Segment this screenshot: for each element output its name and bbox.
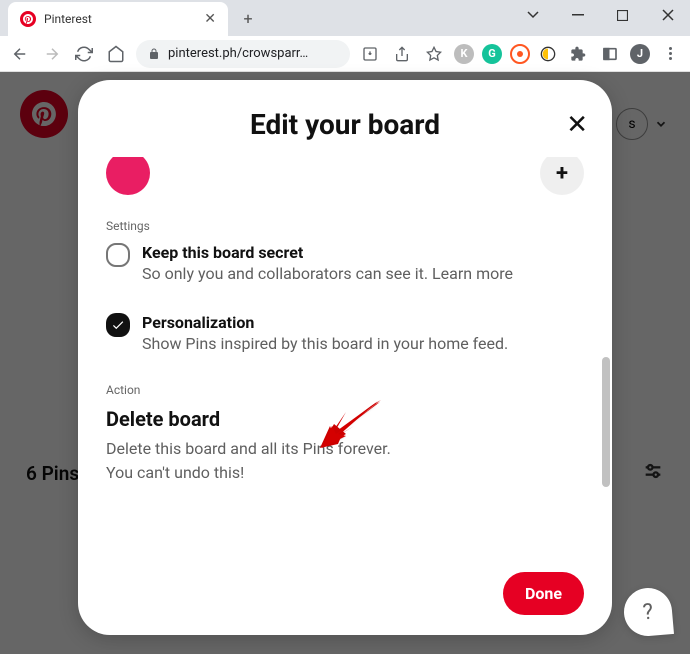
modal-header: Edit your board ✕ [78,80,612,157]
secret-board-toggle-row[interactable]: Keep this board secret So only you and c… [106,243,584,285]
collaborators-row: + [106,157,584,195]
window-maximize[interactable] [600,0,645,30]
delete-board-button[interactable]: Delete board [106,407,584,431]
reload-button[interactable] [72,42,96,66]
delete-description-line2: You can't undo this! [106,461,584,485]
extension-grammarly-icon[interactable]: G [482,44,502,64]
window-close[interactable] [645,0,690,30]
url-text: pinterest.ph/crowsparr… [168,46,308,61]
tab-title: Pinterest [44,12,196,26]
window-minimize[interactable] [555,0,600,30]
settings-section-label: Settings [106,219,584,233]
personalization-toggle-row[interactable]: Personalization Show Pins inspired by th… [106,313,584,355]
extension-s-icon[interactable] [538,44,558,64]
user-avatar[interactable] [106,157,150,195]
scrollbar-thumb[interactable] [602,357,610,487]
action-section-label: Action [106,383,584,397]
extension-k-icon[interactable]: K [454,44,474,64]
action-section: Action Delete board Delete this board an… [106,383,584,485]
secret-checkbox[interactable] [106,243,130,267]
star-icon[interactable] [422,42,446,66]
extension-o-icon[interactable] [510,44,530,64]
install-icon[interactable] [358,42,382,66]
menu-button[interactable] [658,42,682,66]
edit-board-modal: Edit your board ✕ + Settings Keep this b… [78,80,612,635]
personalization-description: Show Pins inspired by this board in your… [142,334,584,355]
window-dropdown[interactable] [510,0,555,30]
add-collaborator-button[interactable]: + [540,157,584,195]
done-button[interactable]: Done [503,572,584,615]
back-button[interactable] [8,42,32,66]
sidepanel-icon[interactable] [598,42,622,66]
personalization-title: Personalization [142,313,584,332]
profile-avatar[interactable]: J [630,44,650,64]
forward-button[interactable] [40,42,64,66]
new-tab-button[interactable]: + [234,4,262,32]
nav-bar: pinterest.ph/crowsparr… K G J [0,36,690,72]
tab-close-icon[interactable]: ✕ [204,11,216,27]
browser-tab[interactable]: Pinterest ✕ [8,2,228,36]
share-icon[interactable] [390,42,414,66]
lock-icon [148,47,160,61]
modal-title: Edit your board [250,108,440,141]
extension-icons: K G J [454,42,682,66]
modal-footer: Done [78,552,612,635]
modal-body: + Settings Keep this board secret So onl… [78,157,612,552]
window-controls [510,0,690,30]
pinterest-favicon [20,11,36,27]
secret-description: So only you and collaborators can see it… [142,264,584,285]
url-bar[interactable]: pinterest.ph/crowsparr… [136,40,350,68]
content-area: s 6 Pins Edit your board ✕ + Settings Ke… [0,72,690,654]
home-button[interactable] [104,42,128,66]
extensions-icon[interactable] [566,42,590,66]
secret-title: Keep this board secret [142,243,584,262]
personalization-checkbox[interactable] [106,313,130,337]
close-icon[interactable]: ✕ [566,110,588,140]
delete-description-line1: Delete this board and all its Pins forev… [106,437,584,461]
